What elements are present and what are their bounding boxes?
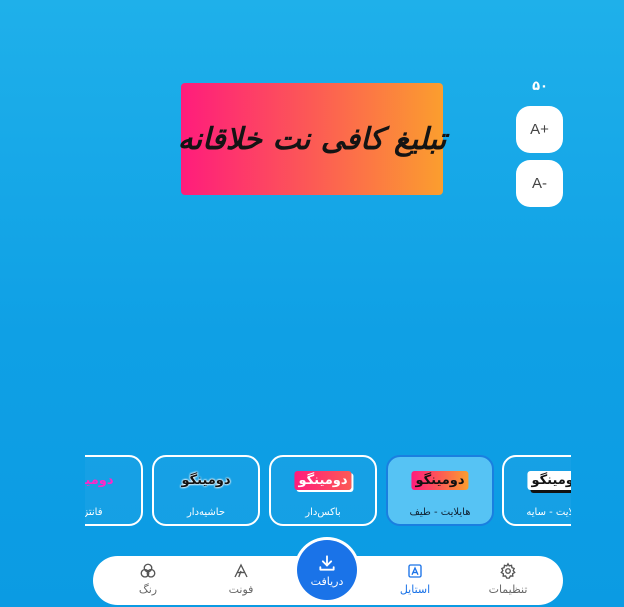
- style-sample: دومینگو: [294, 471, 352, 490]
- nav-style[interactable]: استایل: [385, 562, 445, 602]
- style-card-gradient-highlight[interactable]: دومینگو هایلایت - طیف: [386, 455, 494, 526]
- decrease-size-button[interactable]: A-: [516, 160, 563, 207]
- nav-style-label: استایل: [399, 583, 431, 596]
- nav-color[interactable]: رنگ: [118, 562, 178, 602]
- preview-text: تبلیغ کافی نت خلاقانه: [177, 121, 447, 157]
- style-label: هایلایت - سایه: [526, 507, 571, 518]
- style-card-shadow-highlight[interactable]: دومینگو هایلایت - سایه: [502, 455, 571, 526]
- style-label: هایلایت - طیف: [409, 507, 471, 518]
- download-icon: [319, 554, 335, 571]
- nav-color-label: رنگ: [138, 583, 158, 596]
- increase-size-label: A+: [530, 121, 549, 138]
- style-sample: دومینگو: [85, 473, 114, 488]
- download-label: دریافت: [310, 574, 344, 588]
- style-picker[interactable]: دومینگو فانتزی دومینگو حاشیه‌دار دومینگو…: [85, 455, 571, 527]
- style-card-fancy[interactable]: دومینگو فانتزی: [85, 455, 143, 526]
- style-card-outline[interactable]: دومینگو حاشیه‌دار: [152, 455, 260, 526]
- style-card-boxed[interactable]: دومینگو باکس‌دار: [269, 455, 377, 526]
- style-sample: دومینگو: [411, 471, 469, 490]
- download-button[interactable]: دریافت: [297, 540, 357, 600]
- color-circles-icon: [140, 563, 156, 578]
- font-size-value: ۵۰: [532, 79, 548, 94]
- style-label: فانتزی: [85, 507, 103, 518]
- style-icon: [408, 564, 422, 578]
- style-label: حاشیه‌دار: [186, 507, 226, 518]
- decrease-size-label: A-: [532, 175, 547, 192]
- nav-font-label: فونت: [228, 583, 254, 596]
- nav-settings[interactable]: تنظیمات: [478, 562, 538, 602]
- font-icon: [234, 563, 248, 578]
- style-sample: دومینگو: [527, 471, 571, 490]
- gear-icon: [500, 562, 516, 579]
- text-preview: تبلیغ کافی نت خلاقانه: [178, 83, 446, 195]
- style-sample: دومینگو: [181, 473, 231, 488]
- nav-settings-label: تنظیمات: [488, 583, 528, 596]
- style-label: باکس‌دار: [305, 507, 341, 518]
- nav-font[interactable]: فونت: [211, 562, 271, 602]
- increase-size-button[interactable]: A+: [516, 106, 563, 153]
